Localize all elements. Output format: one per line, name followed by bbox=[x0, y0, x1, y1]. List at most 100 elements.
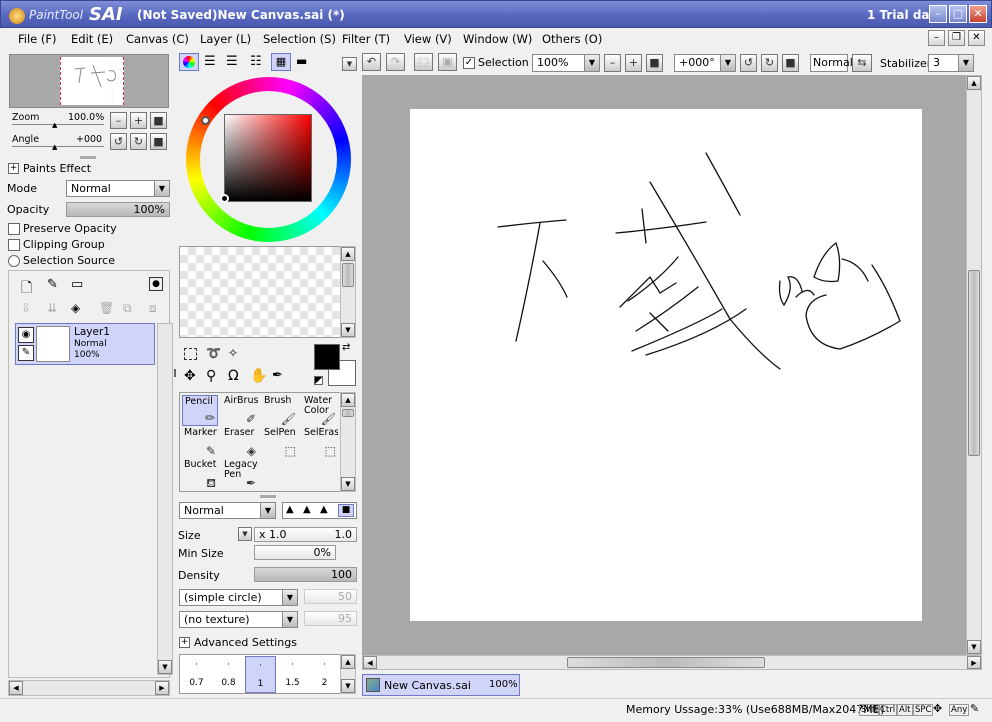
canvas-tab[interactable]: New Canvas.sai 100% bbox=[362, 674, 520, 696]
scratchpad-scroll-thumb[interactable] bbox=[342, 263, 354, 287]
lasso-select-icon[interactable]: ➰ bbox=[206, 346, 221, 360]
layer-row[interactable]: ◉ ✎ Layer1 Normal 100% bbox=[15, 323, 155, 365]
clipping-group-checkbox[interactable] bbox=[8, 239, 20, 251]
swap-colors-icon[interactable]: ⇄ bbox=[342, 342, 350, 353]
edge-medium-icon[interactable]: ▲ bbox=[303, 504, 311, 515]
canvas-rotate-ccw-button[interactable]: ↺ bbox=[740, 54, 757, 72]
size-preset-scrollbar[interactable]: ▲ ▼ bbox=[340, 654, 356, 694]
brush-texture-select[interactable]: (no texture) ▼ bbox=[179, 611, 298, 628]
scroll-left-arrow[interactable]: ◀ bbox=[9, 681, 23, 695]
undo-icon[interactable]: ↶ bbox=[362, 53, 381, 71]
scratchpad-scrollbar[interactable]: ▲ ▼ bbox=[340, 246, 356, 338]
invert-selection-icon[interactable]: ▣ bbox=[438, 53, 457, 71]
selection-visible-checkbox[interactable]: ✓ bbox=[463, 57, 475, 69]
layer-hscrollbar[interactable]: ◀ ▶ bbox=[8, 680, 170, 696]
menu-canvas[interactable]: Canvas (C) bbox=[126, 32, 189, 46]
hue-picker-handle[interactable] bbox=[201, 116, 210, 125]
scroll-down-arrow[interactable]: ▼ bbox=[341, 477, 355, 491]
rotate-ccw-button[interactable]: ↺ bbox=[110, 133, 127, 150]
size-preset[interactable]: · 0.7 bbox=[181, 656, 212, 693]
eyedropper-icon[interactable]: ✒ bbox=[272, 368, 283, 383]
angle-slider[interactable] bbox=[12, 146, 104, 147]
scratchpad[interactable] bbox=[179, 246, 341, 338]
rotate-icon[interactable]: Ω bbox=[228, 368, 239, 384]
swatch-tab[interactable]: ☷ bbox=[250, 54, 262, 69]
zoom-slider[interactable] bbox=[12, 124, 104, 125]
flatten-icon[interactable]: ⧈ bbox=[149, 301, 157, 316]
expand-icon[interactable]: + bbox=[8, 163, 19, 174]
mdi-restore-button[interactable]: ❐ bbox=[948, 30, 965, 46]
reset-colors-icon[interactable] bbox=[314, 376, 323, 385]
brush-edge-selector[interactable]: ▲ ▲ ▲ ■ bbox=[282, 502, 357, 519]
deselect-icon[interactable]: ⬚ bbox=[414, 53, 433, 71]
canvas-vscroll-thumb[interactable] bbox=[968, 270, 980, 456]
brush-lock-icon[interactable]: ✎ bbox=[18, 345, 34, 361]
tool-legacy-pen[interactable]: Legacy Pen ✒ bbox=[222, 459, 258, 490]
tool-selpen[interactable]: SelPen ⬚ bbox=[262, 427, 298, 458]
zoom-icon[interactable]: ⚲ bbox=[206, 368, 216, 384]
layer-opacity-slider[interactable]: 100% bbox=[66, 202, 170, 217]
tool-watercolor[interactable]: Water Color 🖌 bbox=[302, 395, 338, 426]
scroll-up-arrow[interactable]: ▲ bbox=[341, 247, 355, 261]
scroll-left-arrow[interactable]: ◀ bbox=[363, 656, 377, 669]
zoom-slider-handle[interactable]: ▲ bbox=[52, 121, 57, 129]
selection-source-radio[interactable] bbox=[8, 255, 20, 267]
zoom-out-button[interactable]: – bbox=[110, 112, 127, 129]
canvas-rotate-cw-button[interactable]: ↻ bbox=[761, 54, 778, 72]
scroll-down-arrow[interactable]: ▼ bbox=[341, 679, 355, 693]
new-layer-set-icon[interactable]: ✎ bbox=[47, 277, 58, 292]
tool-brush[interactable]: Brush 🖌 bbox=[262, 395, 298, 426]
tool-bucket[interactable]: Bucket ⛾ bbox=[182, 459, 218, 490]
brush-blend-select[interactable]: Normal ▼ bbox=[179, 502, 276, 519]
edge-soft-icon[interactable]: ▲ bbox=[320, 504, 328, 515]
zoom-reset-button[interactable]: ■ bbox=[150, 112, 167, 129]
menu-edit[interactable]: Edit (E) bbox=[71, 32, 113, 46]
brush-texture-strength[interactable]: 95 bbox=[304, 611, 357, 626]
canvas-hscroll-thumb[interactable] bbox=[567, 657, 765, 668]
hsv-slider-tab[interactable]: ☰ bbox=[226, 54, 238, 69]
size-slider[interactable]: x 1.0 1.0 bbox=[254, 527, 357, 542]
menu-filter[interactable]: Filter (T) bbox=[342, 32, 390, 46]
canvas-paper[interactable] bbox=[410, 109, 922, 621]
layer-list-scrollbar[interactable]: ▼ bbox=[157, 323, 173, 675]
mdi-close-button[interactable]: ✕ bbox=[968, 30, 985, 46]
canvas-blend-select[interactable]: Normal bbox=[810, 54, 853, 72]
rotate-reset-button[interactable]: ■ bbox=[150, 133, 167, 150]
scroll-up-arrow[interactable]: ▲ bbox=[967, 76, 981, 90]
folder-icon[interactable]: ▭ bbox=[71, 277, 83, 292]
canvas-hscrollbar[interactable]: ◀ ▶ bbox=[362, 655, 982, 670]
menu-layer[interactable]: Layer (L) bbox=[200, 32, 251, 46]
scroll-down-arrow[interactable]: ▼ bbox=[967, 640, 981, 654]
expand-icon[interactable]: + bbox=[179, 637, 190, 648]
panel-splitter[interactable] bbox=[80, 156, 96, 159]
merge-visible-icon[interactable]: ⧉ bbox=[123, 301, 132, 316]
menu-selection[interactable]: Selection (S) bbox=[263, 32, 336, 46]
menu-view[interactable]: View (V) bbox=[404, 32, 452, 46]
flip-horizontal-icon[interactable]: ⇆ bbox=[852, 54, 872, 72]
scroll-right-arrow[interactable]: ▶ bbox=[155, 681, 169, 695]
menu-file[interactable]: File (F) bbox=[18, 32, 57, 46]
rotate-cw-button[interactable]: ↻ bbox=[130, 133, 147, 150]
scroll-down-arrow[interactable]: ▼ bbox=[341, 323, 355, 337]
brush-shape-strength[interactable]: 50 bbox=[304, 589, 357, 604]
eye-icon[interactable]: ◉ bbox=[18, 327, 34, 343]
scratchpad-tab[interactable]: ▬ bbox=[296, 54, 307, 68]
canvas-zoom-reset-button[interactable]: ■ bbox=[646, 54, 663, 72]
tool-grid-scrollbar[interactable]: ▲ ▼ bbox=[340, 392, 356, 492]
menu-window[interactable]: Window (W) bbox=[463, 32, 532, 46]
merge-down-icon[interactable]: ⇊ bbox=[47, 301, 57, 315]
tool-seleras[interactable]: SelEras ⬚ bbox=[302, 427, 338, 458]
redo-icon[interactable]: ↷ bbox=[386, 53, 405, 71]
menu-others[interactable]: Others (O) bbox=[542, 32, 602, 46]
scroll-up-arrow[interactable]: ▲ bbox=[341, 655, 355, 669]
edge-hard-icon[interactable]: ▲ bbox=[286, 504, 294, 515]
marquee-select-icon[interactable] bbox=[184, 348, 197, 360]
stabilizer-select[interactable]: 3 ▼ bbox=[928, 54, 974, 72]
tool-airbrush[interactable]: AirBrush ✐ bbox=[222, 395, 258, 426]
scroll-up-arrow[interactable]: ▲ bbox=[341, 393, 355, 407]
panel-splitter[interactable] bbox=[260, 495, 276, 498]
canvas-viewport[interactable] bbox=[362, 75, 966, 655]
transfer-down-icon[interactable]: ⇩ bbox=[21, 301, 31, 315]
size-preset-selected[interactable]: · 1 bbox=[245, 656, 276, 693]
canvas-rotate-reset-button[interactable]: ■ bbox=[782, 54, 799, 72]
